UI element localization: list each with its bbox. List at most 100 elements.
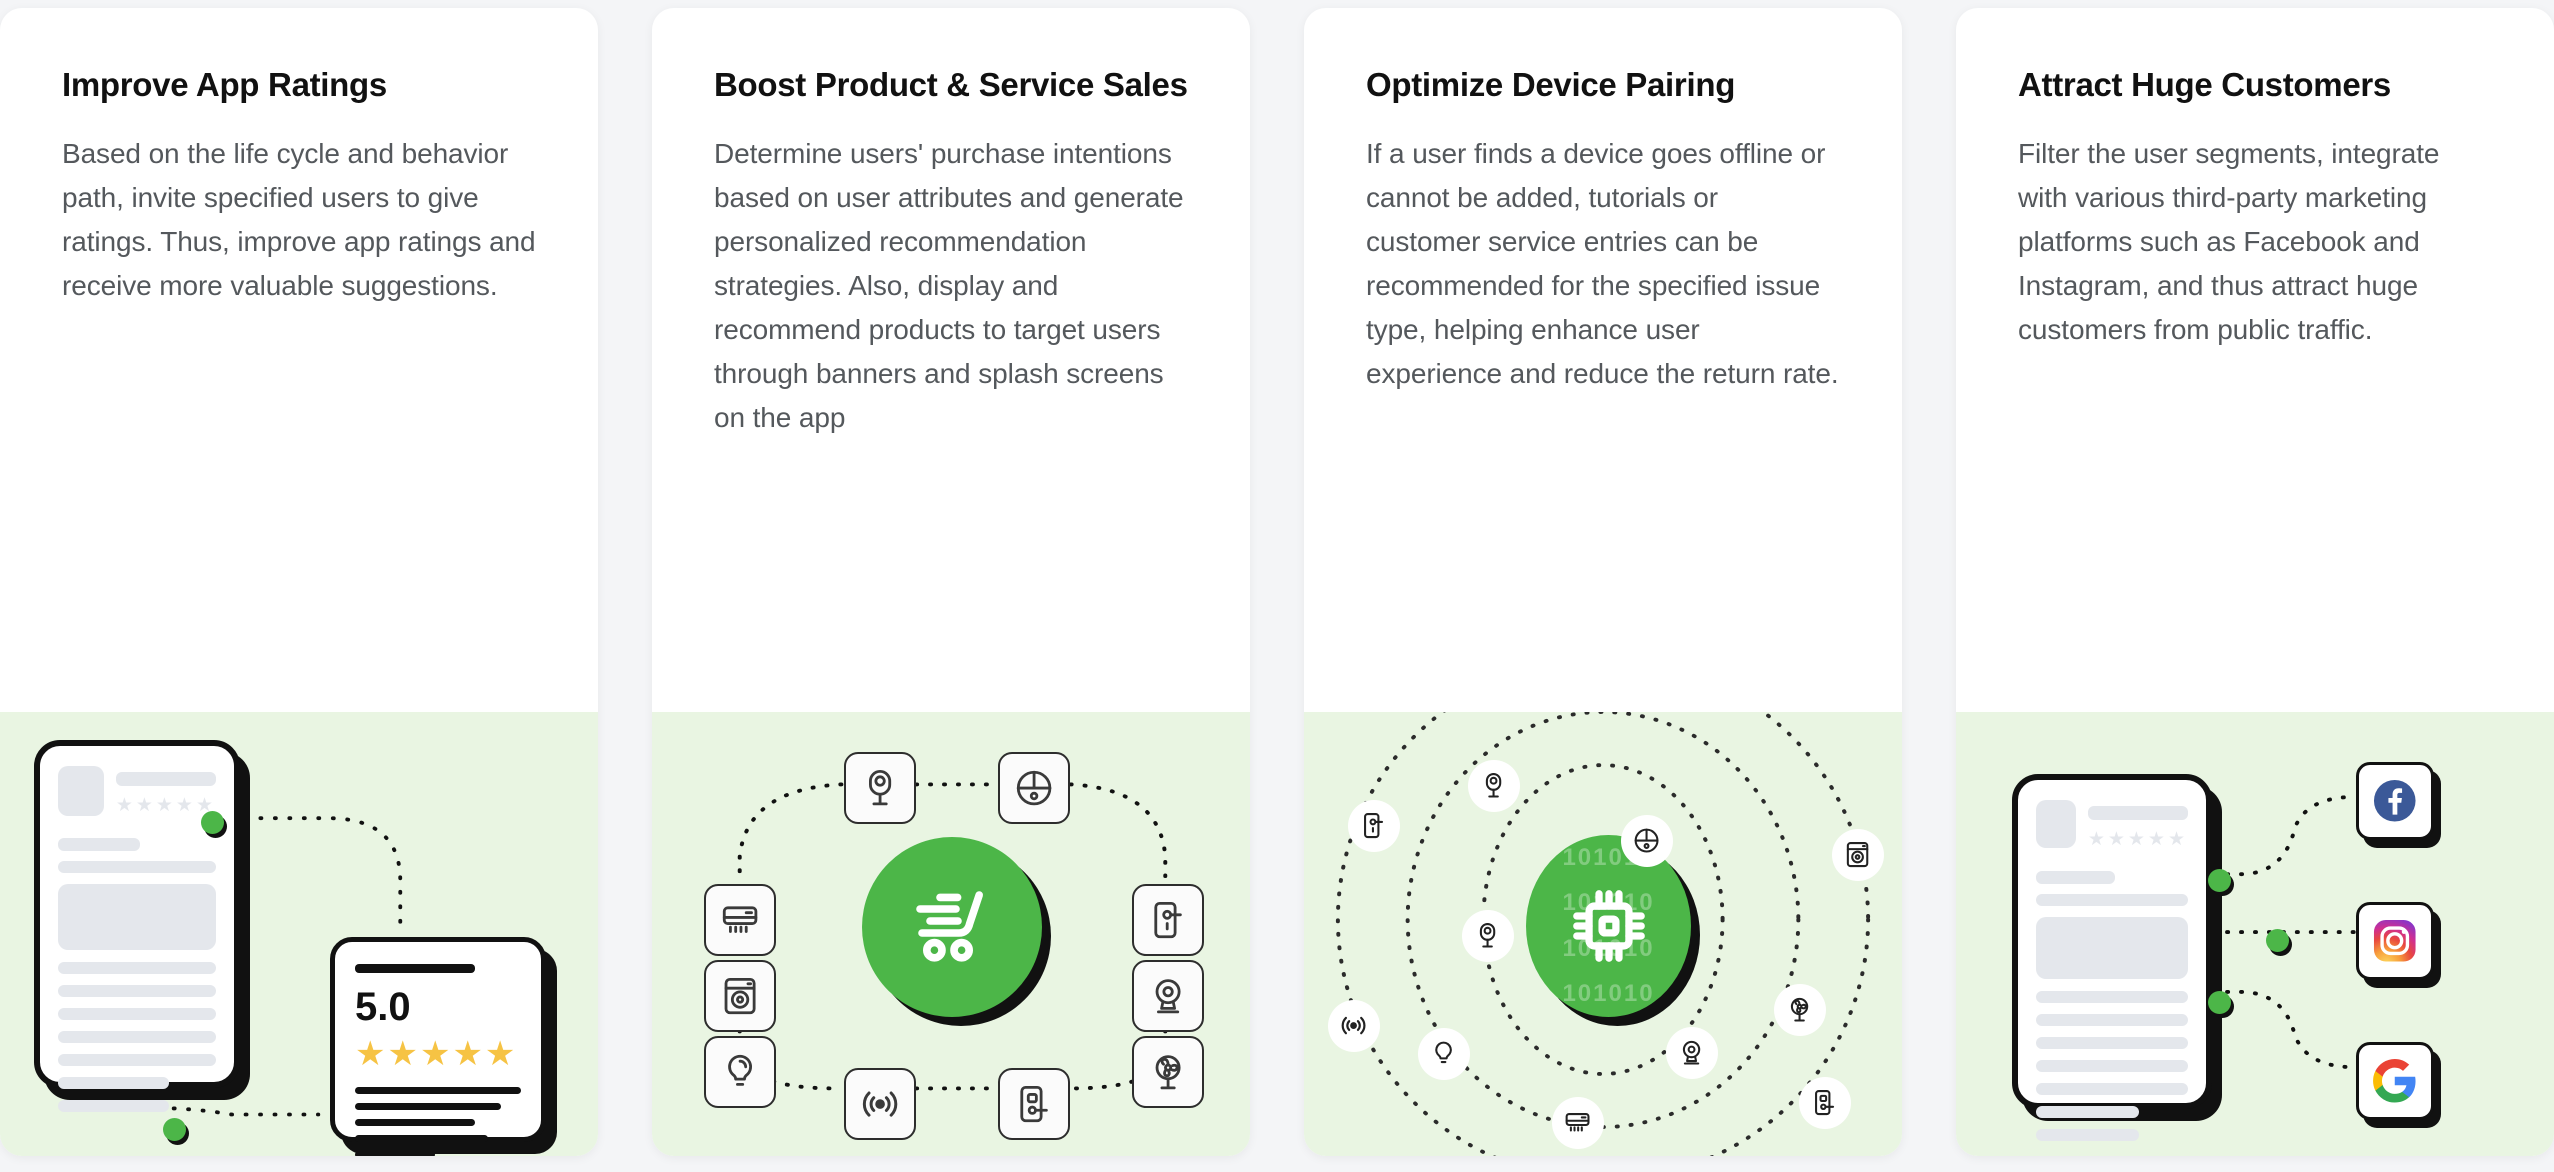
orbit-node-washing-machine[interactable]: [1832, 829, 1884, 881]
smart-speaker-icon: [1635, 829, 1659, 853]
text-bar: [355, 1135, 488, 1142]
shopping-cart-icon: [916, 891, 983, 962]
feature-card-attract-huge-customers[interactable]: Attract Huge Customers Filter the user s…: [1956, 8, 2554, 1156]
door-sensor-icon: [1815, 1090, 1835, 1116]
light-bulb-icon: [1435, 1042, 1453, 1064]
device-tile-air-conditioner[interactable]: [704, 884, 776, 956]
connector-node-dot: [201, 811, 224, 834]
line-placeholder: [58, 861, 216, 873]
microchip-icon: [1572, 890, 1645, 962]
card-title: Improve App Ratings: [62, 66, 387, 103]
device-tile-smart-door-lock[interactable]: [1132, 884, 1204, 956]
name-placeholder: [2087, 806, 2188, 820]
orbit-node-smart-fan[interactable]: [1774, 984, 1826, 1036]
rating-card: 5.0 ★★★★★: [330, 937, 546, 1156]
smart-speaker-icon: [1016, 770, 1052, 806]
connector-node-dot: [2208, 869, 2231, 892]
line-placeholder: [2036, 1083, 2188, 1095]
card-illustration-phone-rating: ★★★★★ 5.0 ★★★★★: [0, 712, 598, 1156]
device-tile-smart-speaker[interactable]: [998, 752, 1070, 824]
avatar-placeholder: [2036, 800, 2076, 848]
smart-fan-icon: [1791, 998, 1809, 1022]
social-tile-instagram[interactable]: [2356, 902, 2434, 980]
device-tile-wifi-signal[interactable]: [844, 1068, 916, 1140]
webcam-icon: [1155, 979, 1181, 1014]
card-illustration-hub-ring: [652, 712, 1250, 1156]
security-camera-icon: [1486, 773, 1502, 798]
line-placeholder: [2036, 1060, 2188, 1072]
security-camera-icon: [1480, 923, 1496, 948]
washing-machine-icon: [1847, 842, 1869, 868]
line-placeholder: [58, 1008, 216, 1020]
light-bulb-icon: [728, 1054, 752, 1086]
social-tile-facebook[interactable]: [2356, 762, 2434, 840]
webcam-icon: [1683, 1041, 1701, 1065]
line-placeholder: [58, 1077, 169, 1089]
device-tile-light-bulb[interactable]: [704, 1036, 776, 1108]
orbit-node-smart-door-lock[interactable]: [1348, 800, 1400, 852]
instagram-icon: [2374, 920, 2416, 962]
connector-node-dot: [163, 1118, 186, 1141]
device-tile-smart-fan[interactable]: [1132, 1036, 1204, 1108]
name-placeholder: [115, 772, 216, 786]
social-tile-google[interactable]: [2356, 1042, 2434, 1120]
connector-node-dot: [2266, 929, 2289, 952]
image-placeholder: [2036, 917, 2188, 979]
device-tile-door-sensor[interactable]: [998, 1068, 1070, 1140]
facebook-icon: [2374, 780, 2416, 822]
smart-door-lock-icon: [1364, 813, 1384, 839]
text-bar: [355, 1119, 475, 1126]
feature-card-improve-app-ratings[interactable]: Improve App Ratings Based on the life cy…: [0, 8, 598, 1156]
device-tile-washing-machine[interactable]: [704, 960, 776, 1032]
line-placeholder: [58, 985, 216, 997]
card-title: Boost Product & Service Sales: [714, 66, 1188, 103]
line-placeholder: [58, 1100, 169, 1112]
feature-cards-row: Improve App Ratings Based on the life cy…: [0, 0, 2554, 1172]
stars-placeholder: ★★★★★: [2087, 829, 2188, 850]
security-camera-icon: [868, 769, 892, 806]
washing-machine-icon: [724, 977, 756, 1015]
device-tile-security-camera[interactable]: [844, 752, 916, 824]
card-text-block: Improve App Ratings Based on the life cy…: [0, 8, 598, 712]
orbit-node-air-conditioner[interactable]: [1552, 1097, 1604, 1149]
line-placeholder: [58, 1054, 216, 1066]
orbit-node-light-bulb[interactable]: [1418, 1028, 1470, 1080]
line-placeholder: [58, 962, 216, 974]
feature-card-optimize-device-pairing[interactable]: Optimize Device Pairing If a user finds …: [1304, 8, 1902, 1156]
orbit-node-door-sensor[interactable]: [1799, 1077, 1851, 1129]
card-description: Filter the user segments, integrate with…: [2018, 138, 2440, 346]
orbit-node-webcam[interactable]: [1666, 1027, 1718, 1079]
line-placeholder: [2036, 1129, 2140, 1141]
phone-mockup: ★★★★★: [34, 740, 240, 1112]
card-description: Determine users' purchase intentions bas…: [714, 138, 1184, 433]
air-conditioner-icon: [1566, 1113, 1590, 1132]
line-placeholder: [2036, 894, 2188, 906]
card-text-block: Optimize Device Pairing If a user finds …: [1304, 8, 1902, 712]
card-text-block: Attract Huge Customers Filter the user s…: [1956, 8, 2554, 712]
line-placeholder: [2036, 1014, 2188, 1026]
card-description: Based on the life cycle and behavior pat…: [62, 138, 536, 302]
avatar-placeholder: [58, 766, 104, 816]
air-conditioner-icon: [722, 906, 758, 933]
wifi-signal-icon: [1342, 1017, 1366, 1035]
feature-card-boost-product-service-sales[interactable]: Boost Product & Service Sales Determine …: [652, 8, 1250, 1156]
microchip-hub: 101010 101010 101010 101010: [1526, 835, 1691, 1017]
line-placeholder: [2036, 1106, 2140, 1118]
text-bar: [355, 1087, 521, 1094]
device-tile-webcam[interactable]: [1132, 960, 1204, 1032]
orbit-node-security-camera[interactable]: [1462, 910, 1514, 962]
card-illustration-orbit: 101010 101010 101010 101010: [1304, 712, 1902, 1156]
orbit-node-smart-speaker[interactable]: [1621, 815, 1673, 867]
card-title: Attract Huge Customers: [2018, 66, 2391, 103]
connector-node-dot: [2208, 991, 2231, 1014]
line-placeholder: [2036, 1037, 2188, 1049]
subtitle-placeholder: [58, 838, 141, 851]
subtitle-placeholder: [2036, 871, 2116, 884]
google-icon: [2373, 1059, 2416, 1103]
stars-placeholder: ★★★★★: [115, 795, 216, 816]
title-bar: [355, 964, 475, 973]
card-description: If a user finds a device goes offline or…: [1366, 138, 1839, 389]
image-placeholder: [58, 884, 216, 950]
orbit-node-security-camera[interactable]: [1468, 760, 1520, 812]
orbit-node-wifi-signal[interactable]: [1328, 1000, 1380, 1052]
